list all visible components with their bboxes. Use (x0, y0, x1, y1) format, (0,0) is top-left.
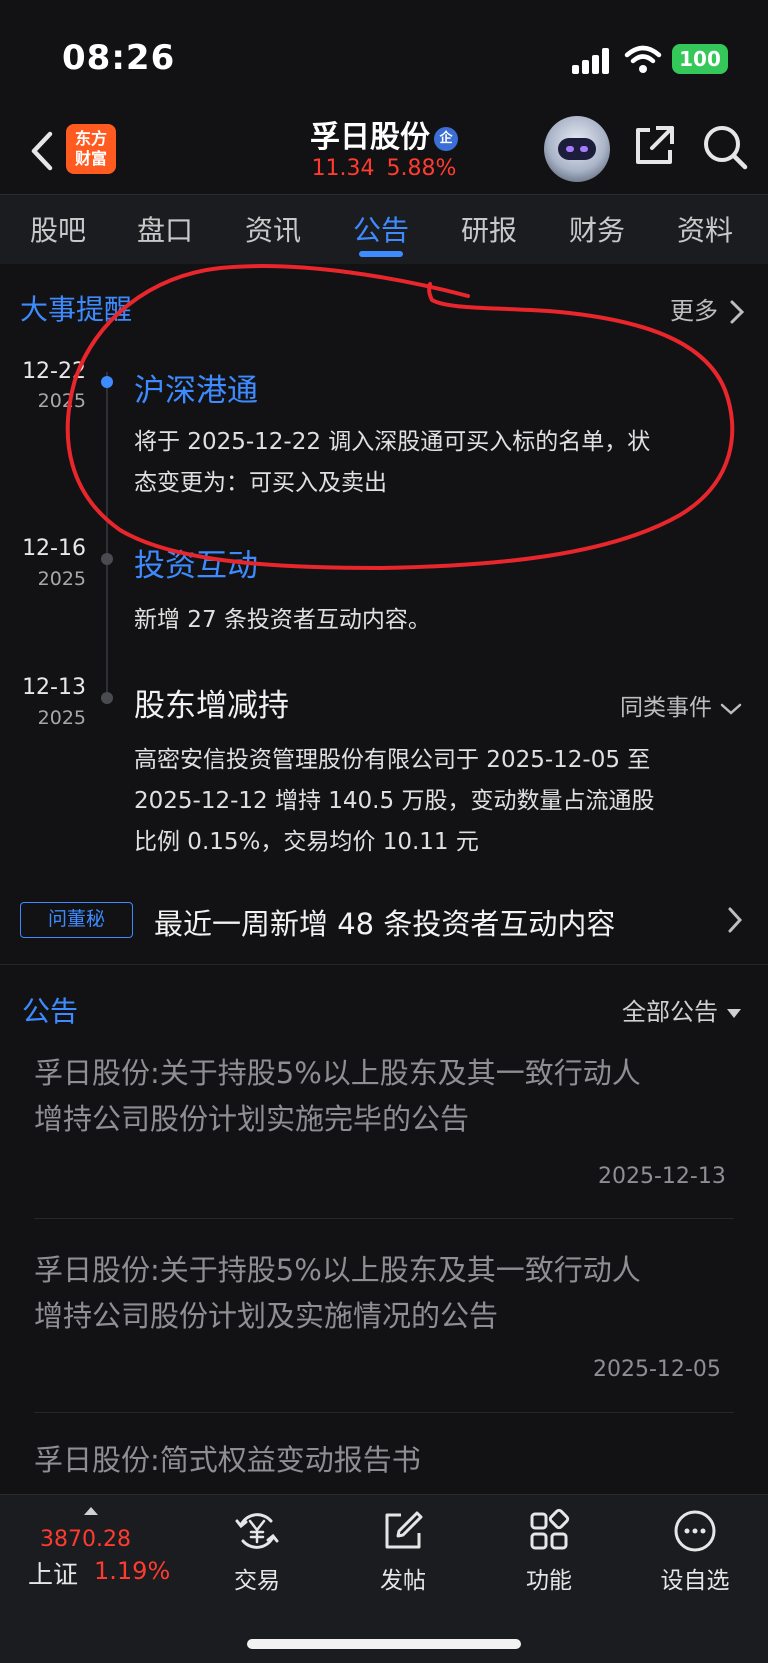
tab-yanbao[interactable]: 研报 (461, 209, 517, 249)
announcement-date: 2025-12-05 (593, 1357, 721, 1382)
event-body: 将于 2025-12-22 调入深股通可买入标的名单，状 态变更为：可买入及卖出 (134, 429, 651, 496)
event-body: 高密安信投资管理股份有限公司于 2025-12-05 至 2025-12-12 … (134, 747, 655, 855)
status-bar: 08:26 100 (0, 0, 768, 110)
stock-name: 孚日股份 (310, 120, 430, 155)
timeline-dot (101, 553, 113, 565)
ask-secretary-summary[interactable]: 最近一周新增 48 条投资者互动内容 (154, 901, 615, 943)
ask-secretary-tag[interactable]: 问董秘 (20, 902, 133, 938)
event-year: 2025 (37, 568, 86, 590)
tab-gonggao[interactable]: 公告 (353, 209, 409, 249)
events-more-link[interactable]: 更多 (670, 291, 746, 326)
tab-zixun[interactable]: 资讯 (245, 209, 301, 249)
search-icon[interactable] (700, 122, 750, 172)
similar-events-link[interactable]: 同类事件 (620, 688, 743, 722)
chevron-down-icon (721, 703, 742, 715)
stock-header: 东方 财富 孚日股份企 11.34 5.88% (0, 110, 768, 194)
stock-change-pct: 5.88% (386, 156, 457, 181)
event-title[interactable]: 投资互动 (134, 540, 258, 585)
announcement-item[interactable]: 孚日股份:关于持股5%以上股东及其一致行动人 增持公司股份计划及实施情况的公告 (34, 1247, 734, 1339)
event-title[interactable]: 沪深港通 (134, 365, 258, 410)
index-name[interactable]: 上证 (28, 1555, 78, 1591)
event-title: 股东增减持 (134, 688, 289, 724)
section-divider (0, 964, 768, 965)
event-year: 2025 (37, 707, 86, 729)
events-section-title: 大事提醒 (20, 293, 133, 326)
timeline-dot (101, 692, 113, 704)
caret-down-icon (726, 1009, 741, 1018)
home-indicator[interactable] (247, 1639, 521, 1649)
active-tab-indicator (359, 251, 403, 257)
tab-bar: 股吧 盘口 资讯 公告 研报 财务 资料 (0, 194, 768, 264)
tab-caiwu[interactable]: 财务 (569, 209, 625, 249)
event-date: 12-13 (22, 675, 86, 700)
ai-assistant-robot-icon[interactable] (544, 116, 610, 182)
edit-post-icon (385, 1511, 423, 1549)
event-date: 12-16 (22, 536, 86, 561)
announcement-item[interactable]: 孚日股份:简式权益变动报告书 (34, 1437, 734, 1483)
announcement-filter-dropdown[interactable]: 全部公告 (622, 992, 742, 1027)
tab-ziliao[interactable]: 资料 (677, 209, 733, 249)
timeline-line (106, 372, 108, 702)
more-circle-icon (674, 1510, 716, 1552)
wifi-icon (624, 45, 662, 73)
index-up-arrow-icon (84, 1507, 98, 1515)
share-icon[interactable] (630, 122, 678, 170)
enterprise-badge-icon: 企 (434, 126, 458, 151)
grid-apps-icon (530, 1508, 570, 1550)
list-divider (34, 1412, 734, 1413)
nav-add-watchlist[interactable]: 设自选 (645, 1507, 745, 1595)
announcement-date: 2025-12-13 (598, 1164, 726, 1189)
nav-post[interactable]: 发帖 (353, 1507, 453, 1595)
stock-price: 11.34 (311, 156, 375, 181)
index-value[interactable]: 3870.28 (40, 1527, 131, 1552)
bottom-tab-bar: 3870.28 上证 1.19% 交易 发帖 功能 设自选 (0, 1494, 768, 1663)
event-body: 新增 27 条投资者互动内容。 (134, 607, 431, 633)
event-date: 12-22 (22, 359, 86, 384)
announcement-item[interactable]: 孚日股份:关于持股5%以上股东及其一致行动人 增持公司股份计划实施完毕的公告 (34, 1050, 734, 1142)
list-divider (34, 1218, 734, 1219)
status-time: 08:26 (62, 38, 176, 78)
nav-functions[interactable]: 功能 (499, 1507, 599, 1595)
chevron-right-icon (730, 300, 744, 324)
cellular-signal-icon (572, 48, 612, 74)
tab-guba[interactable]: 股吧 (30, 209, 86, 249)
announcements-title: 公告 (22, 995, 79, 1028)
event-year: 2025 (37, 390, 86, 412)
timeline-dot-active (101, 376, 113, 388)
tab-pankou[interactable]: 盘口 (137, 209, 193, 249)
battery-icon: 100 (672, 44, 728, 74)
nav-trade[interactable]: 交易 (207, 1507, 307, 1595)
index-change-pct[interactable]: 1.19% (94, 1557, 170, 1585)
yen-exchange-icon (235, 1513, 279, 1549)
chevron-right-icon[interactable] (726, 906, 744, 934)
